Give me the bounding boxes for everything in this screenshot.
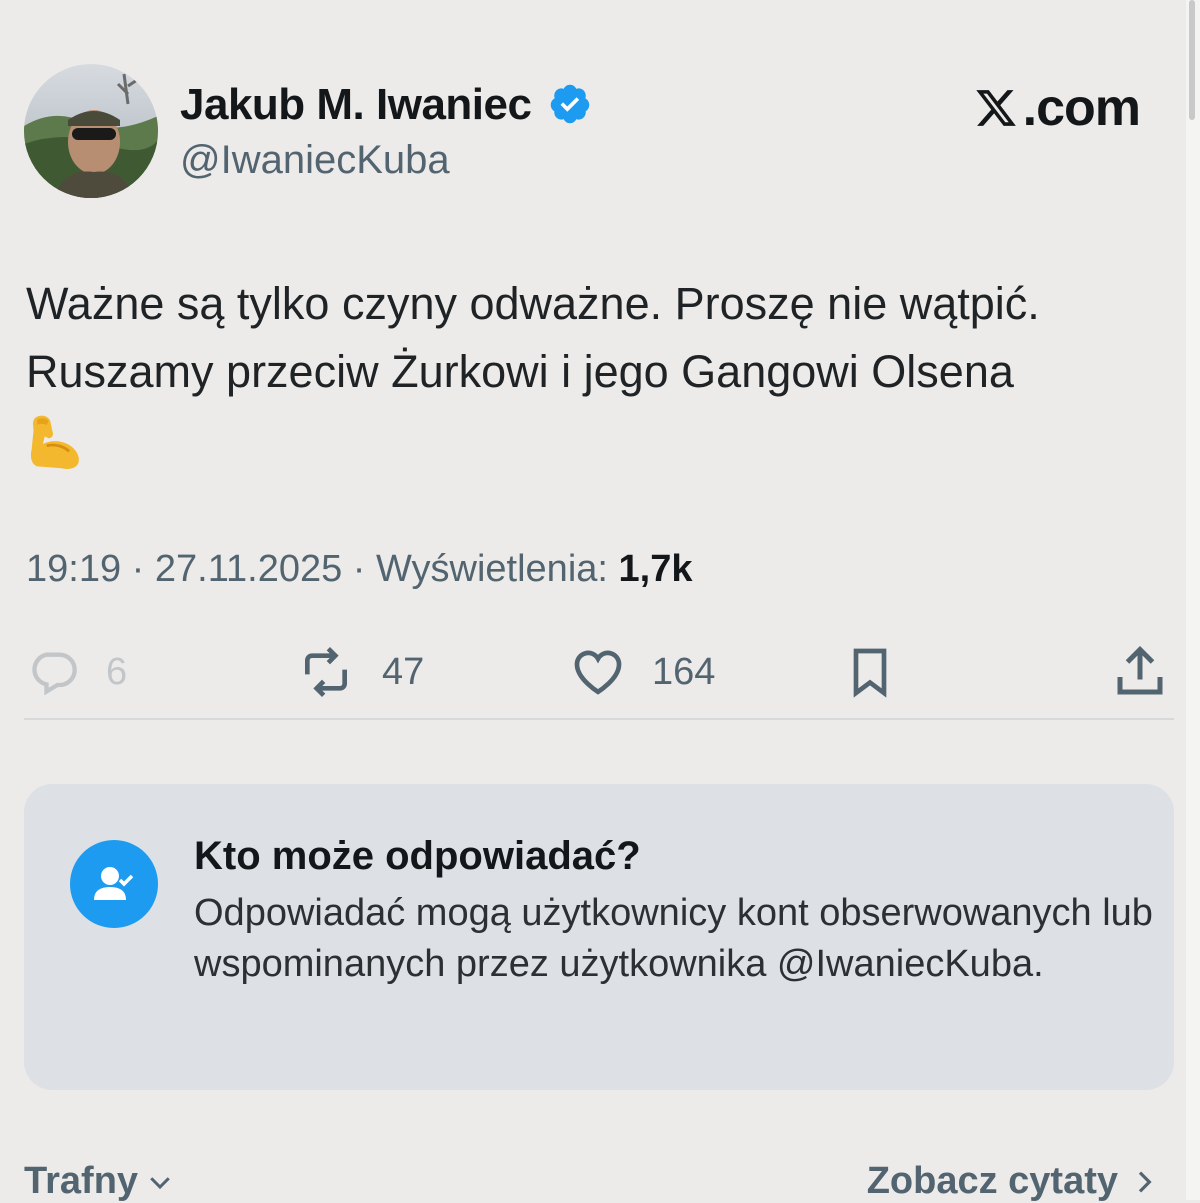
scrollbar-thumb[interactable] bbox=[1189, 0, 1195, 120]
tweet-header: Jakub M. Iwaniec @IwaniecKuba .com bbox=[24, 64, 1164, 200]
x-logo-text: .com bbox=[1022, 79, 1141, 137]
repost-icon bbox=[305, 647, 347, 697]
tweet-actions: 6 47 164 bbox=[24, 640, 1172, 704]
tweet-line: Ważne są tylko czyny odważne. Proszę nie… bbox=[26, 278, 1040, 329]
tweet-line: Ruszamy przeciw Żurkowi i jego Gangowi O… bbox=[26, 346, 1014, 397]
bookmark-button[interactable] bbox=[842, 640, 898, 704]
divider bbox=[24, 718, 1174, 720]
avatar[interactable] bbox=[24, 64, 158, 198]
chevron-right-icon bbox=[1138, 1171, 1152, 1192]
share-icon bbox=[1117, 645, 1163, 695]
view-quotes-label: Zobacz cytaty bbox=[866, 1160, 1118, 1202]
tweet-text: Ważne są tylko czyny odważne. Proszę nie… bbox=[26, 270, 1166, 472]
flexed-biceps-icon bbox=[30, 415, 79, 469]
view-quotes-link[interactable]: Zobacz cytaty bbox=[867, 1160, 1160, 1203]
share-button[interactable] bbox=[1110, 640, 1170, 704]
reply-button[interactable]: 6 bbox=[24, 640, 127, 704]
sort-label: Trafny bbox=[24, 1160, 139, 1202]
repost-count: 47 bbox=[382, 650, 425, 693]
x-logo-icon bbox=[975, 90, 1016, 126]
user-check-icon bbox=[70, 840, 158, 928]
bookmark-icon bbox=[853, 648, 887, 698]
view-count: 1,7k bbox=[618, 548, 693, 590]
reply-settings-description: Odpowiadać mogą użytkownicy kont obserwo… bbox=[194, 892, 1153, 985]
reply-icon bbox=[32, 652, 77, 696]
like-count: 164 bbox=[652, 650, 716, 693]
author-name[interactable]: Jakub M. Iwaniec bbox=[180, 80, 532, 130]
reply-settings-card: Kto może odpowiadać? Odpowiadać mogą uży… bbox=[24, 784, 1174, 1090]
x-logo: .com bbox=[973, 78, 1141, 138]
repost-button[interactable]: 47 bbox=[294, 640, 424, 704]
like-button[interactable]: 164 bbox=[568, 640, 715, 704]
tweet-timestamp[interactable]: 19:19 · 27.11.2025 · Wyświetlenia: bbox=[26, 548, 619, 590]
reply-settings-title: Kto może odpowiadać? bbox=[194, 834, 641, 878]
sort-dropdown[interactable]: Trafny bbox=[24, 1160, 178, 1203]
author-handle[interactable]: @IwaniecKuba bbox=[180, 138, 450, 183]
verified-badge-icon bbox=[550, 84, 590, 124]
reply-count: 6 bbox=[106, 650, 128, 693]
scrollbar[interactable] bbox=[1186, 0, 1200, 1200]
chevron-down-icon bbox=[150, 1176, 170, 1189]
tweet-meta: 19:19 · 27.11.2025 · Wyświetlenia: 1,7k bbox=[26, 548, 692, 591]
heart-icon bbox=[574, 650, 622, 695]
